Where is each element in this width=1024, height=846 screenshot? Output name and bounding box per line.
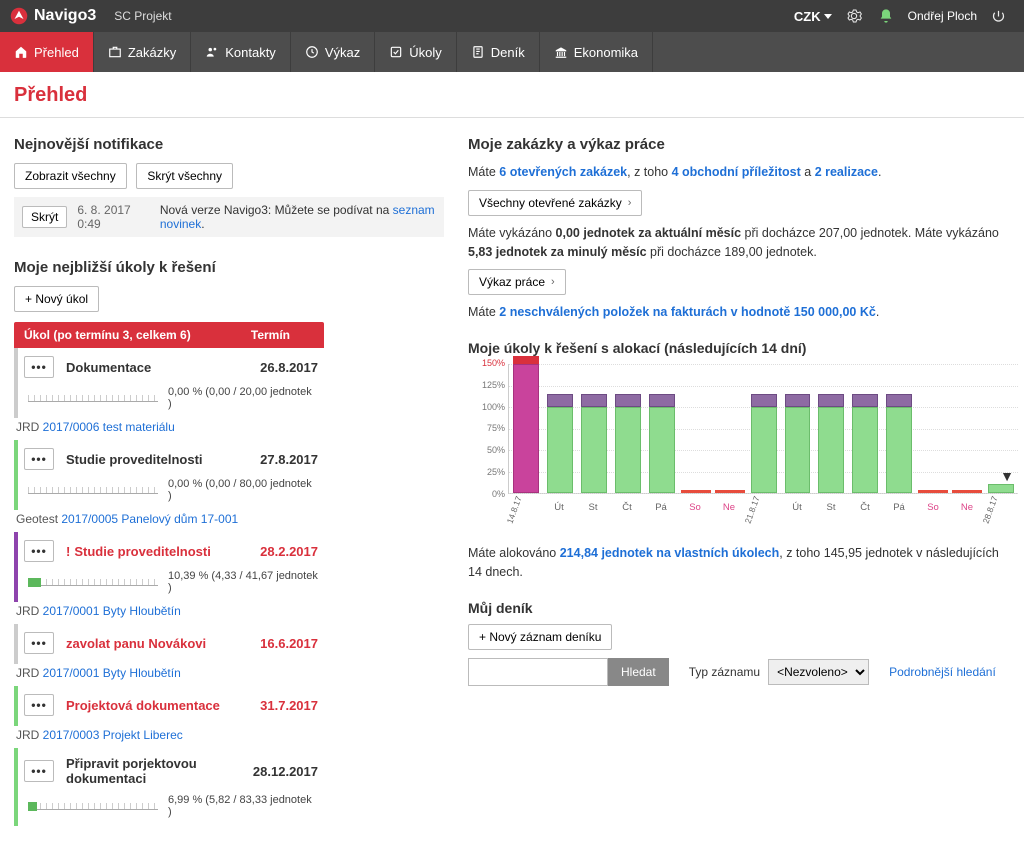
app-logo[interactable]: Navigo3 xyxy=(10,7,96,25)
notifications-button[interactable] xyxy=(878,8,894,24)
user-name[interactable]: Ondřej Ploch xyxy=(908,9,977,23)
col-term: Termín xyxy=(251,328,314,342)
notebook-icon xyxy=(471,45,485,59)
open-orders-link[interactable]: 6 otevřených zakázek xyxy=(499,165,627,179)
hide-all-button[interactable]: Skrýt všechny xyxy=(136,163,233,189)
task-title[interactable]: !Studie proveditelnosti xyxy=(66,544,260,559)
task-progress: 6,99 % (5,82 / 83,33 jednotek ) xyxy=(168,794,318,818)
invoices-summary: Máte 2 neschválených položek na fakturác… xyxy=(468,303,1010,322)
topbar: Navigo3 SC Projekt CZK Ondřej Ploch xyxy=(0,0,1024,32)
opportunities-link[interactable]: 4 obchodní příležitost xyxy=(672,165,801,179)
task-progress: 10,39 % (4,33 / 41,67 jednotek ) xyxy=(168,570,318,594)
task-row: ••• Studie proveditelnosti 27.8.2017 0,0… xyxy=(14,440,324,510)
page-title: Přehled xyxy=(0,72,1024,111)
report-button[interactable]: Výkaz práce› xyxy=(468,269,566,295)
task-title[interactable]: Dokumentace xyxy=(66,360,260,375)
diary-search-input[interactable] xyxy=(468,658,608,686)
unapproved-invoices-link[interactable]: 2 neschválených položek na fakturách v h… xyxy=(499,305,876,319)
tasks-heading: Moje nejbližší úkoly k řešení xyxy=(14,259,444,276)
chevron-right-icon: › xyxy=(551,276,555,288)
task-menu-button[interactable]: ••• xyxy=(24,760,54,782)
nav-denik[interactable]: Deník xyxy=(457,32,540,72)
bank-icon xyxy=(554,45,568,59)
task-term: 28.2.2017 xyxy=(260,544,318,559)
power-icon xyxy=(991,9,1006,24)
task-menu-button[interactable]: ••• xyxy=(24,540,54,562)
tasks-table-header: Úkol (po termínu 3, celkem 6) Termín xyxy=(14,322,324,348)
task-row: ••• !Studie proveditelnosti 28.2.2017 10… xyxy=(14,532,324,602)
home-icon xyxy=(14,45,28,59)
workspace-name[interactable]: SC Projekt xyxy=(114,9,171,23)
task-title[interactable]: Připravit porjektovou dokumentaci xyxy=(66,756,253,786)
briefcase-icon xyxy=(108,45,122,59)
task-term: 16.6.2017 xyxy=(260,636,318,651)
task-menu-button[interactable]: ••• xyxy=(24,448,54,470)
record-type-select[interactable]: <Nezvoleno> xyxy=(768,659,869,685)
task-project-link[interactable]: JRD 2017/0003 Projekt Liberec xyxy=(14,726,324,748)
task-project-link[interactable]: JRD 2017/0001 Byty Hloubětín xyxy=(14,602,324,624)
notification-item: Skrýt 6. 8. 2017 0:49 Nová verze Navigo3… xyxy=(14,197,444,237)
nav-vykaz[interactable]: Výkaz xyxy=(291,32,375,72)
new-task-button[interactable]: + Nový úkol xyxy=(14,286,99,312)
orders-heading: Moje zakázky a výkaz práce xyxy=(468,136,1010,153)
task-project-link[interactable]: JRD 2017/0001 Byty Hloubětín xyxy=(14,664,324,686)
diary-search: Hledat xyxy=(468,658,669,686)
nav-kontakty[interactable]: Kontakty xyxy=(191,32,291,72)
orders-summary: Máte 6 otevřených zakázek, z toho 4 obch… xyxy=(468,163,1010,182)
task-progress: 0,00 % (0,00 / 20,00 jednotek ) xyxy=(168,386,318,410)
main-nav: Přehled Zakázky Kontakty Výkaz Úkoly Den… xyxy=(0,32,1024,72)
hide-button[interactable]: Skrýt xyxy=(22,206,67,228)
task-term: 28.12.2017 xyxy=(253,764,318,779)
chevron-right-icon: › xyxy=(628,197,632,209)
clock-icon xyxy=(305,45,319,59)
notification-text: Nová verze Navigo3: Můžete se podívat na… xyxy=(160,203,436,231)
notification-date: 6. 8. 2017 0:49 xyxy=(77,203,146,231)
advanced-search-link[interactable]: Podrobnější hledání xyxy=(889,665,996,679)
allocated-units-link[interactable]: 214,84 jednotek na vlastních úkolech xyxy=(560,546,780,560)
report-summary: Máte vykázáno 0,00 jednotek za aktuální … xyxy=(468,224,1010,262)
col-task: Úkol (po termínu 3, celkem 6) xyxy=(24,328,191,342)
nav-prehled[interactable]: Přehled xyxy=(0,32,94,72)
check-square-icon xyxy=(389,45,403,59)
currency-selector[interactable]: CZK xyxy=(794,9,832,24)
task-row: ••• Připravit porjektovou dokumentaci 28… xyxy=(14,748,324,826)
new-diary-entry-button[interactable]: + Nový záznam deníku xyxy=(468,624,612,650)
allocation-footer: Máte alokováno 214,84 jednotek na vlastn… xyxy=(468,544,1010,582)
allocation-chart: 150%125%100%75%50%25%0% xyxy=(508,364,1018,494)
task-project-link[interactable]: Geotest 2017/0005 Panelový dům 17-001 xyxy=(14,510,324,532)
diary-heading: Můj deník xyxy=(468,600,1010,616)
task-menu-button[interactable]: ••• xyxy=(24,632,54,654)
notifications-heading: Nejnovější notifikace xyxy=(14,136,444,153)
gear-icon xyxy=(846,8,862,24)
nav-ekonomika[interactable]: Ekonomika xyxy=(540,32,653,72)
nav-ukoly[interactable]: Úkoly xyxy=(375,32,457,72)
diary-search-button[interactable]: Hledat xyxy=(608,658,669,686)
app-name: Navigo3 xyxy=(34,7,96,25)
nav-zakazky[interactable]: Zakázky xyxy=(94,32,191,72)
contacts-icon xyxy=(205,45,219,59)
task-row: ••• zavolat panu Novákovi 16.6.2017 xyxy=(14,624,324,664)
task-menu-button[interactable]: ••• xyxy=(24,356,54,378)
task-term: 31.7.2017 xyxy=(260,698,318,713)
logo-icon xyxy=(10,7,28,25)
task-term: 26.8.2017 xyxy=(260,360,318,375)
expand-caret-icon[interactable]: ▼ xyxy=(1000,468,1014,484)
settings-button[interactable] xyxy=(846,8,862,24)
task-row: ••• Projektová dokumentace 31.7.2017 xyxy=(14,686,324,726)
all-orders-button[interactable]: Všechny otevřené zakázky› xyxy=(468,190,642,216)
task-title[interactable]: Studie proveditelnosti xyxy=(66,452,260,467)
power-button[interactable] xyxy=(991,9,1006,24)
show-all-button[interactable]: Zobrazit všechny xyxy=(14,163,127,189)
allocation-heading: Moje úkoly k řešení s alokací (následují… xyxy=(468,340,1010,356)
task-project-link[interactable]: JRD 2017/0006 test materiálu xyxy=(14,418,324,440)
realizations-link[interactable]: 2 realizace xyxy=(815,165,878,179)
task-term: 27.8.2017 xyxy=(260,452,318,467)
record-type-label: Typ záznamu xyxy=(689,665,760,679)
task-menu-button[interactable]: ••• xyxy=(24,694,54,716)
task-progress: 0,00 % (0,00 / 80,00 jednotek ) xyxy=(168,478,318,502)
task-row: ••• Dokumentace 26.8.2017 0,00 % (0,00 /… xyxy=(14,348,324,418)
task-title[interactable]: Projektová dokumentace xyxy=(66,698,260,713)
task-title[interactable]: zavolat panu Novákovi xyxy=(66,636,260,651)
bell-icon xyxy=(878,8,894,24)
